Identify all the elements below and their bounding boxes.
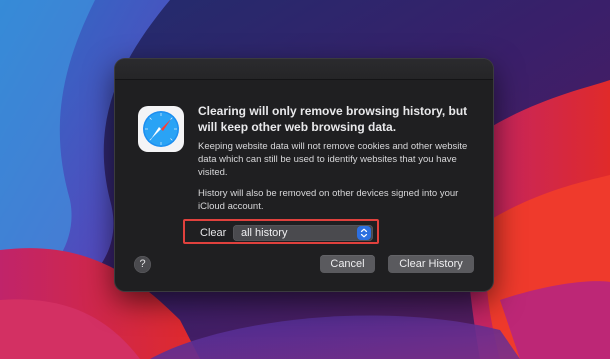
clear-history-button[interactable]: Clear History	[388, 255, 474, 273]
safari-compass-icon	[138, 106, 184, 152]
clear-range-value: all history	[241, 227, 288, 239]
help-button[interactable]: ?	[134, 256, 151, 273]
clear-range-highlight: Clear all history	[183, 219, 379, 244]
dialog-headline: Clearing will only remove browsing histo…	[198, 104, 468, 134]
clear-label: Clear	[200, 227, 227, 239]
cancel-button[interactable]: Cancel	[320, 255, 375, 273]
chevron-up-down-icon	[357, 226, 371, 240]
dialog-body-icloud: History will also be removed on other de…	[198, 188, 459, 212]
desktop: Clearing will only remove browsing histo…	[0, 0, 610, 359]
clear-history-dialog: Clearing will only remove browsing histo…	[115, 59, 493, 291]
clear-range-select[interactable]: all history	[233, 225, 373, 241]
dialog-titlebar	[115, 59, 493, 80]
dialog-body-website-data: Keeping website data will not remove coo…	[198, 141, 468, 178]
